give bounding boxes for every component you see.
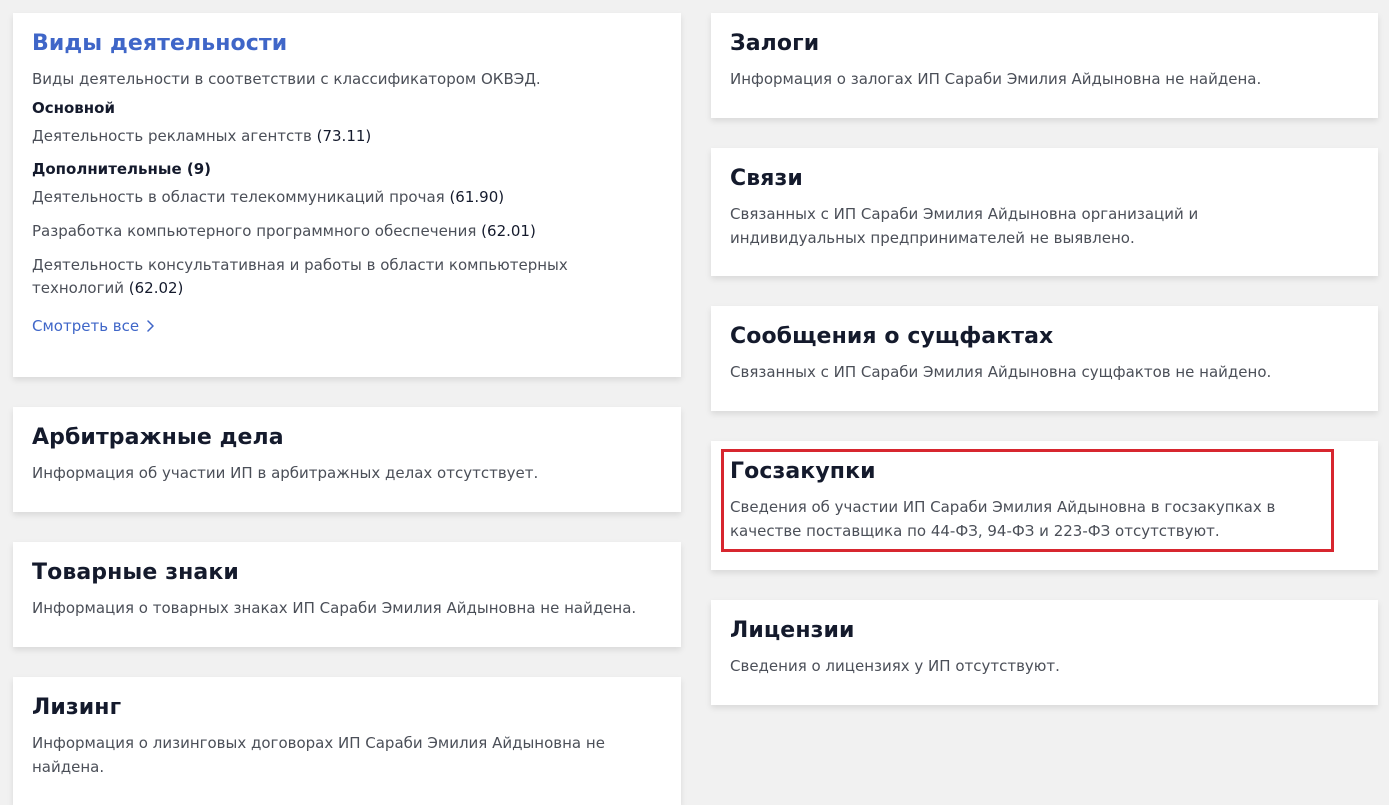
activity-text: Деятельность в области телекоммуникаций … [32, 188, 445, 206]
arbitration-card: Арбитражные дела Информация об участии И… [13, 407, 681, 512]
pledges-card: Залоги Информация о залогах ИП Сараби Эм… [711, 13, 1378, 118]
activity-code: (61.90) [449, 188, 505, 206]
chevron-right-icon [147, 320, 154, 332]
procurement-text: Сведения об участии ИП Сараби Эмилия Айд… [730, 498, 1276, 540]
links-card: Связи Связанных с ИП Сараби Эмилия Айдын… [711, 148, 1378, 276]
leasing-text: Информация о лизинговых договорах ИП Сар… [32, 734, 605, 776]
main-activity-item: Деятельность рекламных агентств (73.11) [32, 125, 662, 148]
trademarks-text: Информация о товарных знаках ИП Сараби Э… [32, 599, 637, 617]
see-all-link[interactable]: Смотреть все [32, 315, 154, 337]
extra-activities-label: Дополнительные (9) [32, 160, 212, 178]
activity-text: Деятельность рекламных агентств [32, 127, 312, 145]
activity-code: (73.11) [316, 127, 372, 145]
trademarks-title[interactable]: Товарные знаки [32, 559, 662, 587]
licenses-text: Сведения о лицензиях у ИП отсутствуют. [730, 657, 1060, 675]
activity-code: (62.01) [481, 222, 536, 240]
activity-text: Деятельность консультативная и работы в … [32, 256, 568, 297]
pledges-text: Информация о залогах ИП Сараби Эмилия Ай… [730, 70, 1262, 88]
page: Виды деятельности Виды деятельности в со… [0, 0, 1389, 805]
facts-text: Связанных с ИП Сараби Эмилия Айдыновна с… [730, 363, 1272, 381]
pledges-title[interactable]: Залоги [730, 30, 1359, 58]
procurement-card: Госзакупки Сведения об участии ИП Сараби… [711, 441, 1378, 570]
licenses-title[interactable]: Лицензии [730, 617, 1359, 645]
extra-activity-item: Разработка компьютерного программного об… [32, 220, 662, 243]
licenses-card: Лицензии Сведения о лицензиях у ИП отсут… [711, 600, 1378, 705]
trademarks-card: Товарные знаки Информация о товарных зна… [13, 542, 681, 647]
links-text: Связанных с ИП Сараби Эмилия Айдыновна о… [730, 205, 1199, 247]
main-activity-label: Основной [32, 99, 115, 117]
links-title[interactable]: Связи [730, 165, 1359, 193]
facts-card: Сообщения о сущфактах Связанных с ИП Сар… [711, 306, 1378, 411]
facts-title[interactable]: Сообщения о сущфактах [730, 323, 1359, 351]
activities-card: Виды деятельности Виды деятельности в со… [13, 13, 681, 377]
activity-code: (62.02) [128, 279, 184, 297]
see-all-label: Смотреть все [32, 317, 140, 335]
leasing-title[interactable]: Лизинг [32, 694, 662, 722]
arbitration-title[interactable]: Арбитражные дела [32, 424, 662, 452]
extra-activity-item: Деятельность консультативная и работы в … [32, 254, 602, 300]
activities-title[interactable]: Виды деятельности [32, 30, 662, 58]
procurement-title[interactable]: Госзакупки [730, 458, 1359, 486]
leasing-card: Лизинг Информация о лизинговых договорах… [13, 677, 681, 805]
arbitration-text: Информация об участии ИП в арбитражных д… [32, 464, 539, 482]
activity-text: Разработка компьютерного программного об… [32, 222, 477, 240]
extra-activity-item: Деятельность в области телекоммуникаций … [32, 186, 662, 209]
activities-description: Виды деятельности в соответствии с класс… [32, 70, 541, 88]
